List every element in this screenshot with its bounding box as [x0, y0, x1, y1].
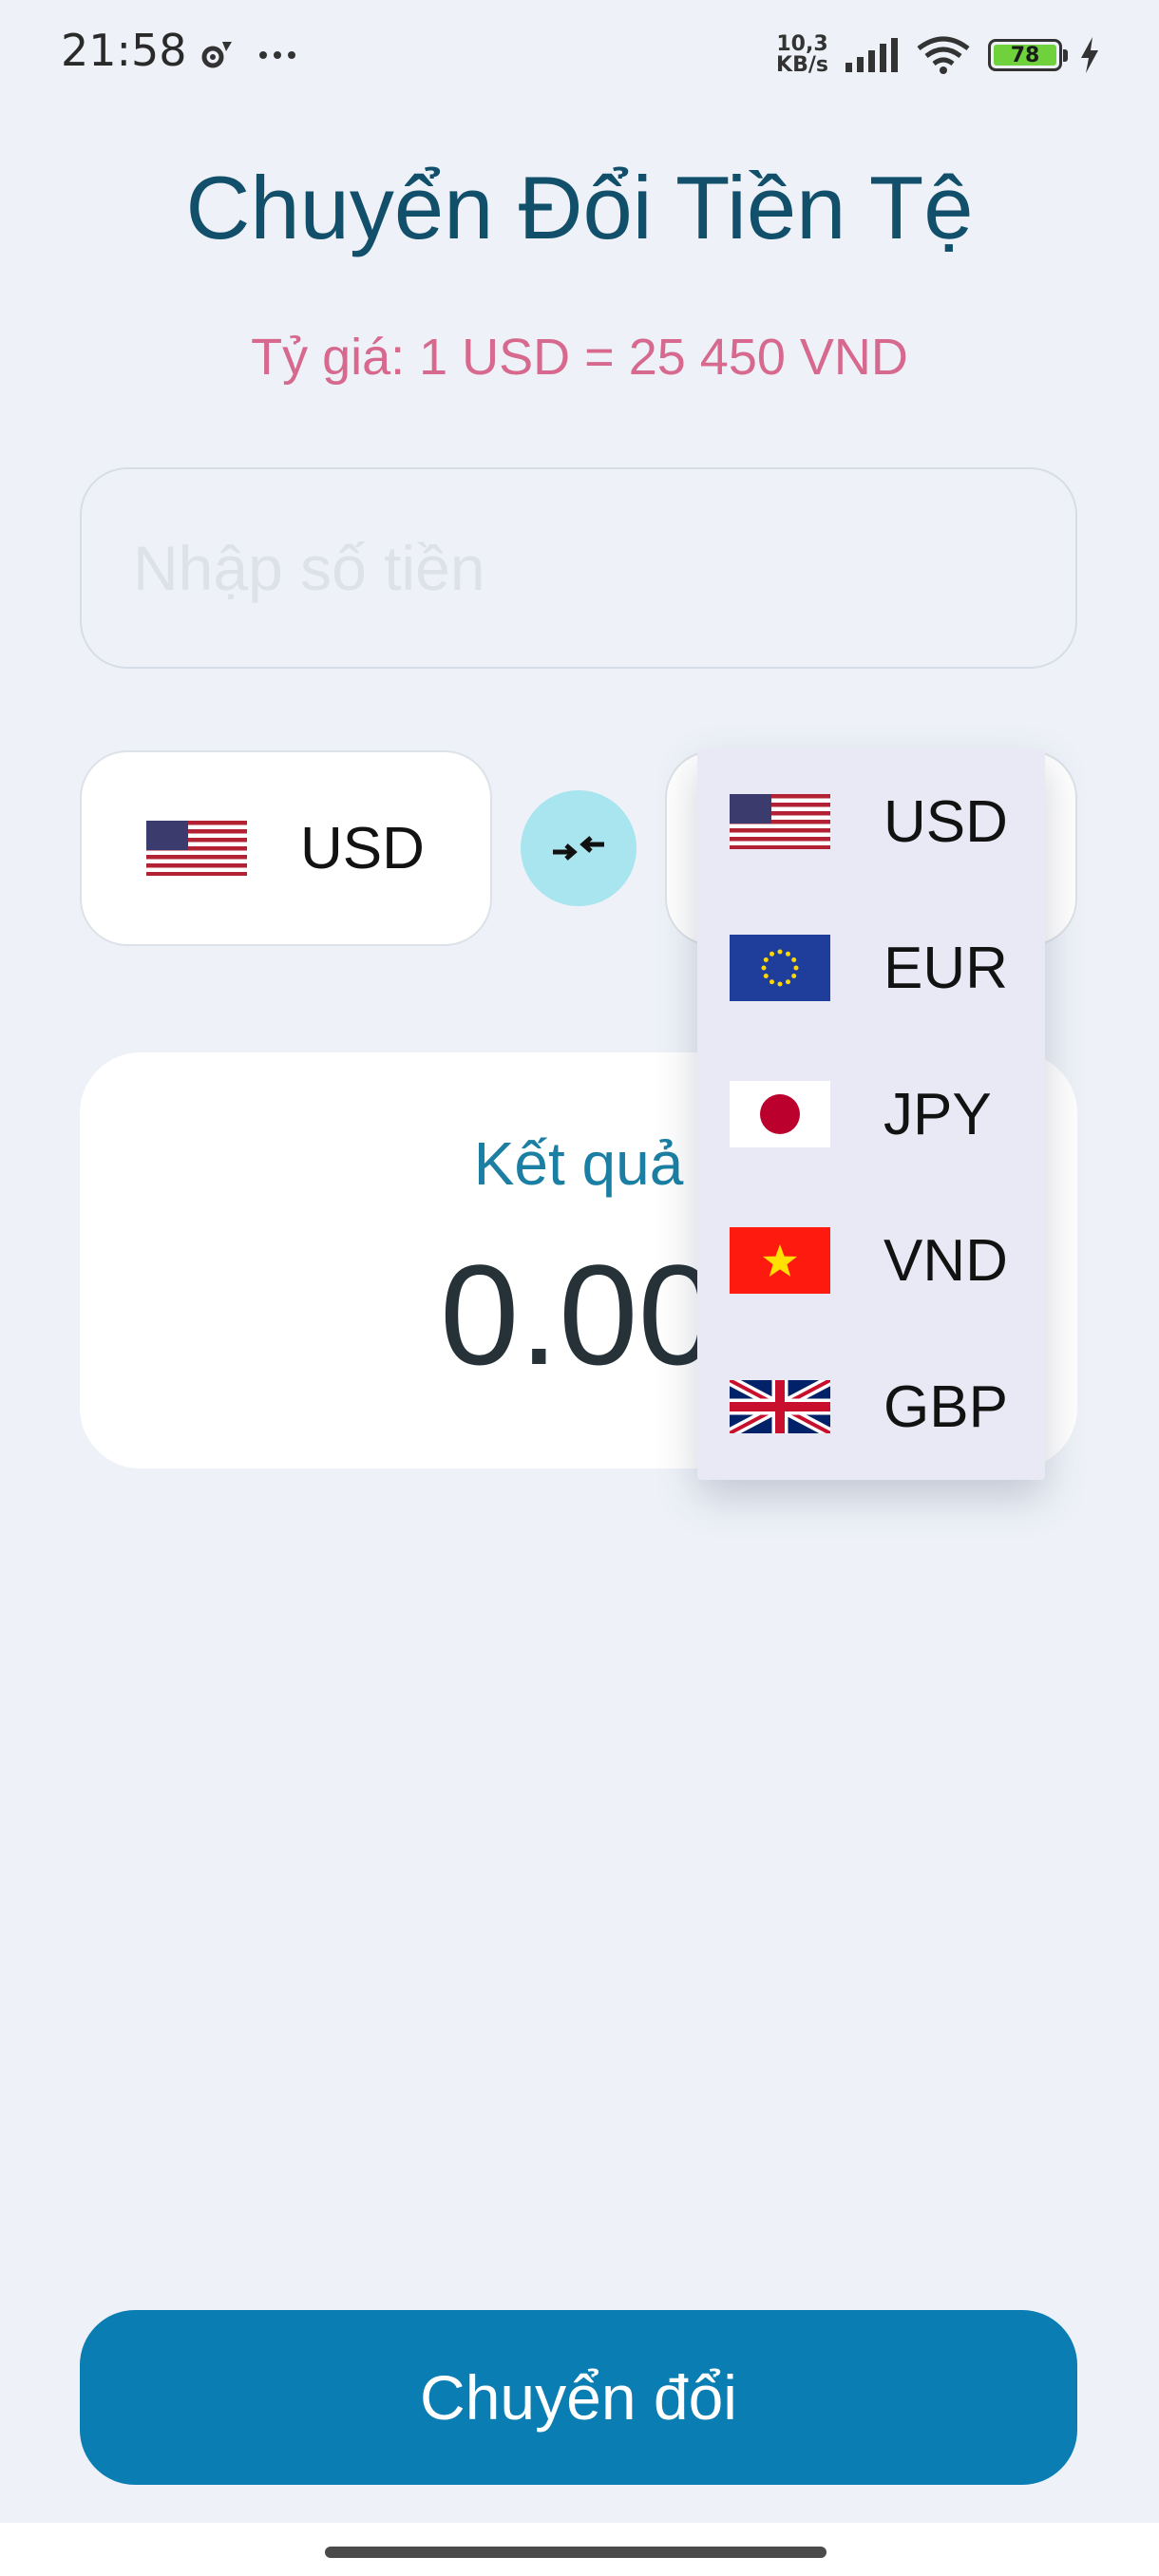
exchange-rate-text: Tỷ giá: 1 USD = 25 450 VND	[251, 329, 908, 386]
dropdown-option-jpy[interactable]: JPY	[697, 1062, 1045, 1166]
network-speed: 10,3 KB/s	[776, 34, 828, 76]
dropdown-option-label: EUR	[884, 935, 1008, 1001]
us-flag-icon	[146, 821, 247, 876]
wifi-icon	[917, 36, 970, 74]
eu-flag-icon	[730, 935, 830, 1001]
dropdown-option-label: USD	[884, 788, 1008, 855]
settings-icon	[201, 42, 232, 68]
status-time: 21:58	[61, 25, 187, 76]
amount-input[interactable]	[80, 467, 1077, 669]
jp-flag-icon	[730, 1081, 830, 1147]
dropdown-option-label: JPY	[884, 1081, 992, 1147]
battery-icon: 78	[988, 39, 1068, 71]
convert-button[interactable]: Chuyển đổi	[80, 2310, 1077, 2485]
dropdown-option-usd[interactable]: USD	[697, 769, 1045, 874]
dropdown-option-gbp[interactable]: GBP	[697, 1354, 1045, 1459]
currency-dropdown: USD EUR JPY VND GBP	[697, 748, 1045, 1480]
dropdown-option-vnd[interactable]: VND	[697, 1208, 1045, 1313]
us-flag-icon	[730, 794, 830, 849]
charging-icon	[1081, 37, 1098, 73]
battery-level: 78	[994, 44, 1056, 67]
status-left-icons	[198, 38, 296, 72]
vn-flag-icon	[730, 1227, 830, 1294]
dropdown-option-eur[interactable]: EUR	[697, 916, 1045, 1020]
dropdown-option-label: GBP	[884, 1373, 1008, 1440]
uk-flag-icon	[730, 1380, 830, 1433]
page-title: Chuyển Đổi Tiền Tệ	[185, 158, 974, 257]
from-currency-select[interactable]: USD	[80, 750, 492, 946]
dropdown-option-label: VND	[884, 1227, 1008, 1294]
status-right-icons: 10,3 KB/s 78	[776, 34, 1100, 76]
from-currency-code: USD	[300, 815, 425, 881]
signal-icon	[846, 38, 898, 72]
network-speed-unit: KB/s	[776, 53, 828, 77]
more-dots-icon	[259, 51, 295, 59]
swap-button[interactable]	[521, 790, 636, 906]
network-speed-value: 10,3	[776, 32, 828, 56]
swap-arrows-icon	[553, 836, 604, 861]
home-indicator[interactable]	[325, 2547, 826, 2558]
